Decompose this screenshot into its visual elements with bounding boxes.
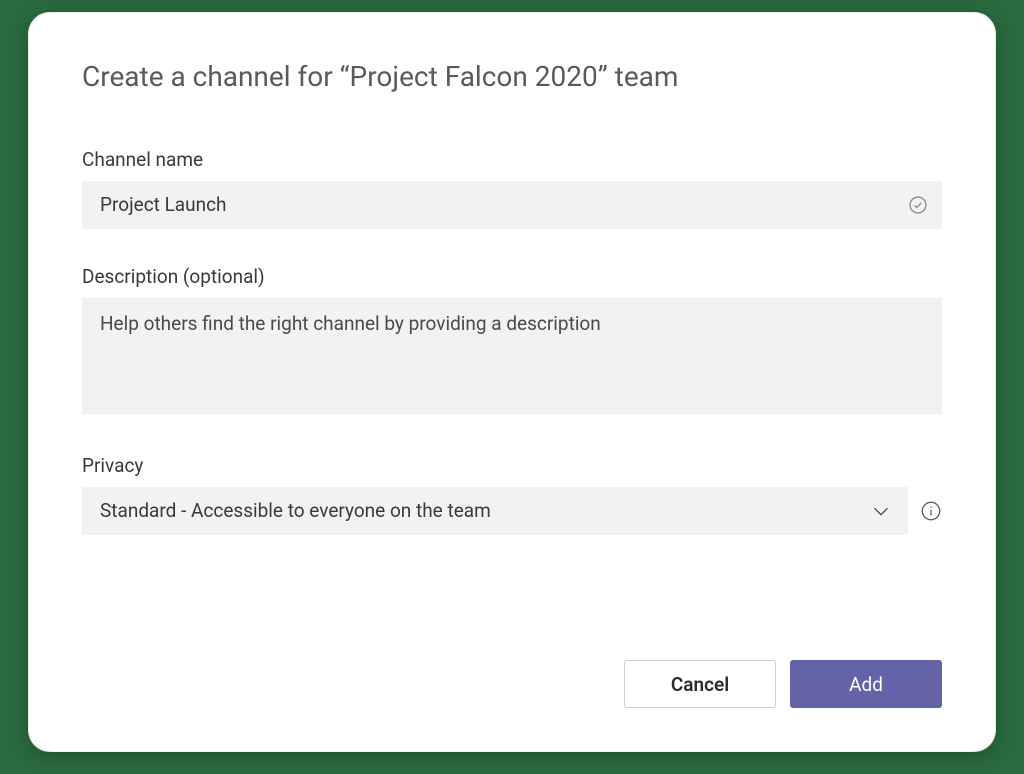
cancel-button[interactable]: Cancel <box>624 660 776 708</box>
add-button[interactable]: Add <box>790 660 942 708</box>
description-label: Description (optional) <box>82 265 942 288</box>
channel-name-input[interactable] <box>82 181 942 229</box>
chevron-down-icon <box>870 500 892 522</box>
info-icon[interactable] <box>920 500 942 522</box>
dialog-title: Create a channel for “Project Falcon 202… <box>82 60 942 94</box>
privacy-select[interactable]: Standard - Accessible to everyone on the… <box>82 487 908 535</box>
privacy-row: Standard - Accessible to everyone on the… <box>82 487 942 535</box>
privacy-field: Privacy Standard - Accessible to everyon… <box>82 454 942 535</box>
channel-name-field: Channel name <box>82 148 942 229</box>
channel-name-label: Channel name <box>82 148 942 171</box>
spacer <box>82 571 942 660</box>
checkmark-circle-icon <box>908 195 928 215</box>
channel-name-input-wrap <box>82 181 942 229</box>
privacy-label: Privacy <box>82 454 942 477</box>
description-field: Description (optional) <box>82 265 942 418</box>
privacy-selected-value: Standard - Accessible to everyone on the… <box>100 499 491 522</box>
dialog-footer: Cancel Add <box>82 660 942 708</box>
create-channel-dialog: Create a channel for “Project Falcon 202… <box>28 12 996 752</box>
description-input[interactable] <box>82 298 942 414</box>
